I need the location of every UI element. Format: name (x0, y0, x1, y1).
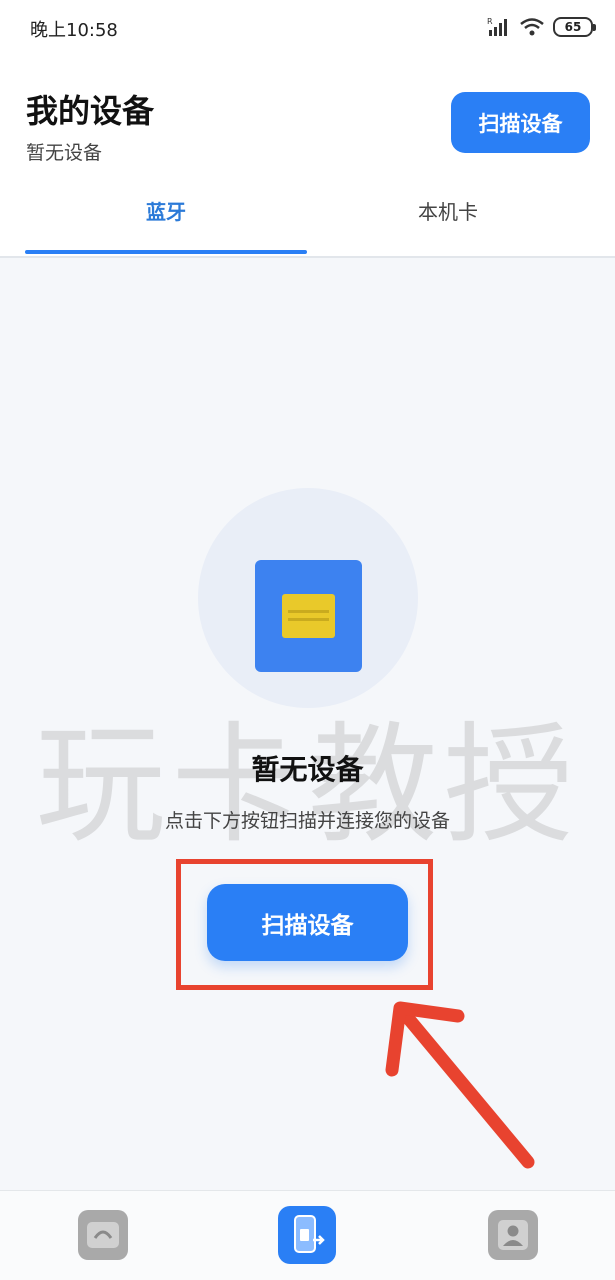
home-icon (87, 1222, 119, 1248)
status-icons: R 65 (487, 14, 596, 40)
page-subtitle: 暂无设备 (26, 142, 103, 164)
sim-card-icon (255, 560, 362, 672)
profile-icon (498, 1220, 528, 1250)
svg-text:R: R (487, 17, 493, 26)
chip-icon (282, 594, 335, 638)
status-time: 晚上10:58 (30, 20, 118, 41)
battery-icon: 65 (553, 17, 596, 37)
tab-divider (0, 256, 615, 258)
scan-device-button[interactable]: 扫描设备 (207, 884, 408, 961)
nav-profile-button[interactable] (488, 1210, 538, 1260)
tab-local-card[interactable]: 本机卡 (307, 196, 589, 254)
wifi-icon (520, 18, 544, 36)
tab-bluetooth[interactable]: 蓝牙 (25, 196, 307, 254)
header-scan-button[interactable]: 扫描设备 (451, 92, 590, 153)
page-title: 我的设备 (26, 92, 155, 130)
annotation-arrow-icon (385, 1001, 535, 1169)
empty-state-title: 暂无设备 (251, 753, 364, 786)
nav-device-button[interactable] (278, 1206, 336, 1264)
battery-level: 65 (564, 20, 582, 34)
empty-state-description: 点击下方按钮扫描并连接您的设备 (164, 810, 450, 832)
nav-home-button[interactable] (78, 1210, 128, 1260)
signal-icon: R (487, 17, 507, 36)
device-icon (294, 1215, 325, 1253)
